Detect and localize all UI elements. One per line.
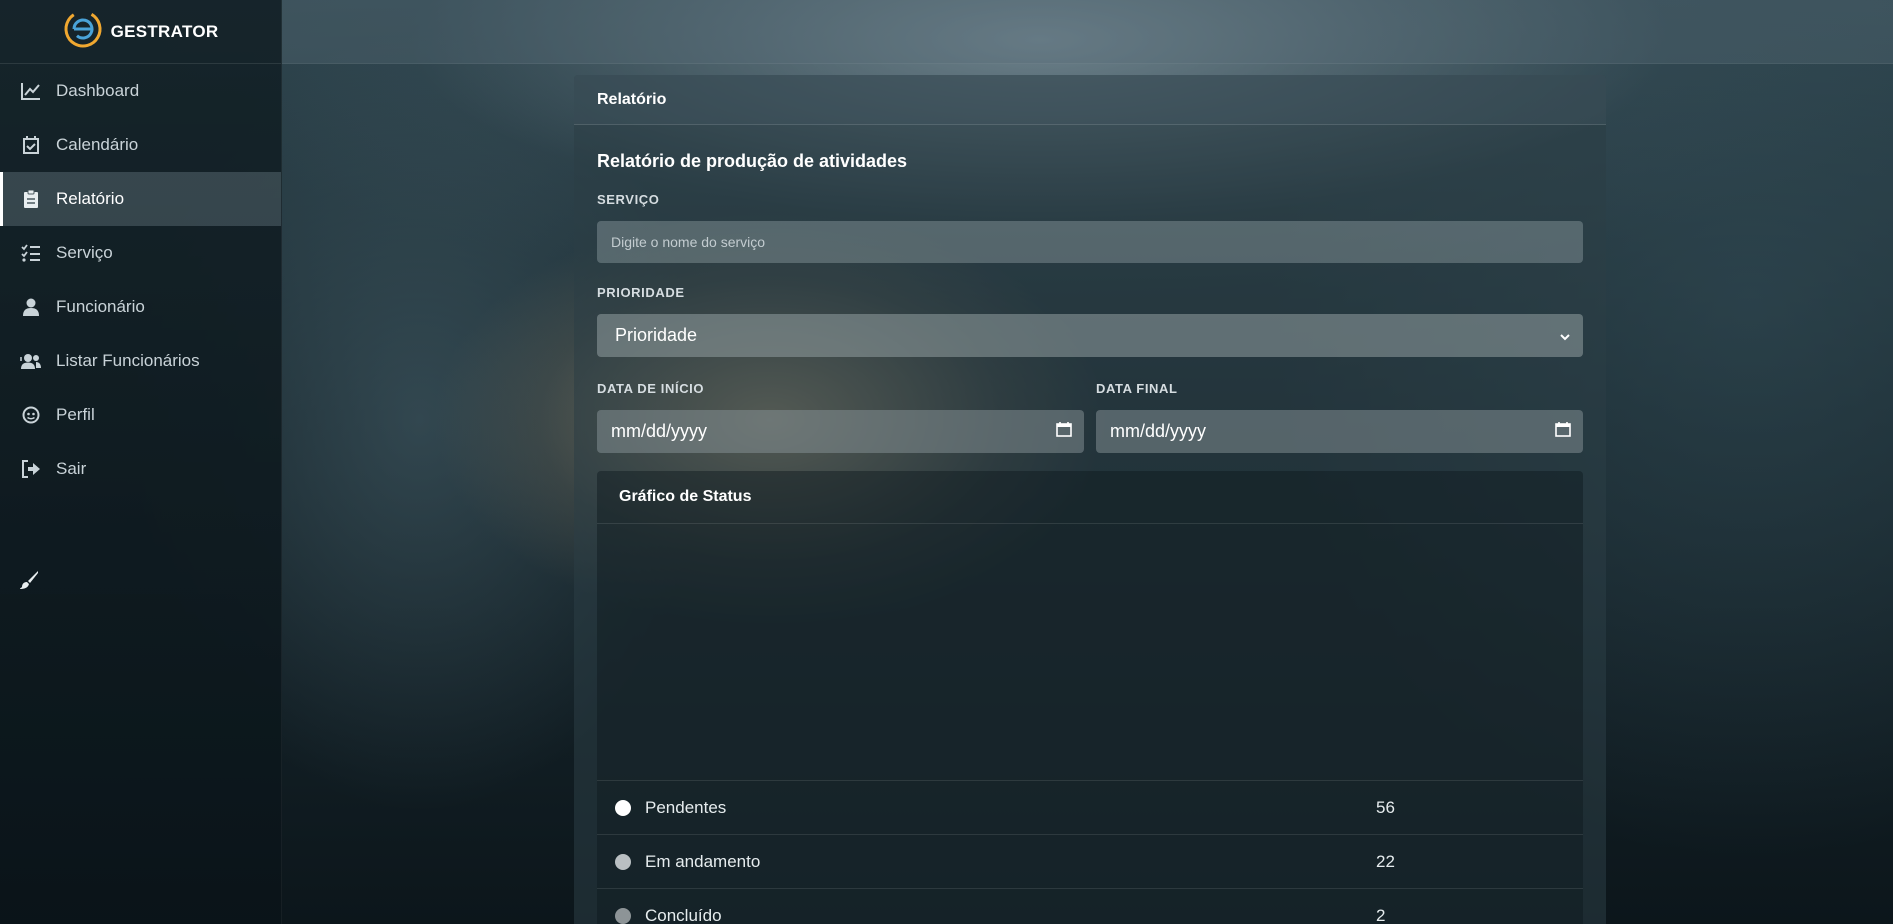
start-date-group: DATA DE INÍCIO mm/dd/yyyy [597,357,1084,453]
priority-selected-value: Prioridade [615,325,698,345]
chevron-down-icon [1559,325,1571,346]
card-body: Relatório de produção de atividades SERV… [574,151,1606,924]
logo-icon [63,9,103,54]
sidebar-item-relatorio[interactable]: Relatório [0,172,281,226]
legend-dot [615,907,631,924]
start-date-value: mm/dd/yyyy [611,421,708,441]
sidebar-item-calendario[interactable]: Calendário [0,118,281,172]
sidebar-item-label: Relatório [56,189,125,208]
legend-label: Em andamento [645,851,761,871]
sidebar-item-perfil[interactable]: Perfil [0,388,281,442]
start-date-label: DATA DE INÍCIO [597,381,705,396]
top-bar [281,0,1893,64]
sidebar-nav: Dashboard Calendário Relatório Serviço F… [0,64,281,496]
end-date-group: DATA FINAL mm/dd/yyyy [1096,357,1583,453]
brand[interactable]: GESTRATOR [0,0,281,64]
sidebar-item-listar-funcionarios[interactable]: Listar Funcionários [0,334,281,388]
calendar-check-icon [20,134,42,156]
sidebar-item-sair[interactable]: Sair [0,442,281,496]
calendar-icon[interactable] [1555,421,1571,442]
legend-value: 56 [1376,797,1395,817]
sidebar-item-servico[interactable]: Serviço [0,226,281,280]
service-input[interactable] [597,221,1583,263]
sidebar-item-funcionario[interactable]: Funcionário [0,280,281,334]
brand-name: GESTRATOR [110,21,219,41]
report-card: Relatório Relatório de produção de ativi… [574,75,1606,924]
date-range: DATA DE INÍCIO mm/dd/yyyy DATA FINAL mm/… [597,357,1583,453]
face-icon [20,404,42,426]
sidebar-item-dashboard[interactable]: Dashboard [0,64,281,118]
legend-item-pendentes[interactable]: Pendentes 56 [597,781,1583,835]
sidebar-item-label: Listar Funcionários [56,351,200,370]
sidebar-item-label: Sair [56,459,87,478]
status-chart-area [597,524,1583,781]
card-header: Relatório [574,75,1606,125]
sign-out-icon [20,458,42,480]
end-date-label: DATA FINAL [1096,381,1178,396]
user-icon [20,296,42,318]
list-check-icon [20,242,42,264]
legend-value: 22 [1376,851,1395,871]
end-date-value: mm/dd/yyyy [1110,421,1207,441]
calendar-icon[interactable] [1056,421,1072,442]
sidebar-item-label: Dashboard [56,81,140,100]
sidebar-item-label: Calendário [56,135,139,154]
sidebar-item-label: Serviço [56,243,113,262]
chart-line-icon [20,80,42,102]
legend-value: 2 [1376,905,1386,924]
page-title: Relatório de produção de atividades [597,151,908,171]
sidebar-item-label: Funcionário [56,297,145,316]
status-chart-title: Gráfico de Status [597,471,1583,524]
clipboard-icon [20,188,42,210]
legend-label: Concluído [645,905,722,924]
priority-label: PRIORIDADE [597,285,685,300]
start-date-input[interactable]: mm/dd/yyyy [597,410,1084,453]
status-chart-card: Gráfico de Status Pendentes 56 Em andame… [597,471,1583,924]
service-label: SERVIÇO [597,192,660,207]
legend-label: Pendentes [645,797,727,817]
priority-select[interactable]: Prioridade [597,314,1583,357]
legend-dot [615,799,631,816]
users-icon [20,350,42,372]
paint-brush-icon[interactable] [19,570,41,592]
legend-dot [615,853,631,870]
end-date-input[interactable]: mm/dd/yyyy [1096,410,1583,453]
sidebar-item-label: Perfil [56,405,95,424]
legend-item-concluido[interactable]: Concluído 2 [597,889,1583,924]
sidebar: GESTRATOR Dashboard Calendário Relatório… [0,0,282,924]
legend-item-em-andamento[interactable]: Em andamento 22 [597,835,1583,889]
